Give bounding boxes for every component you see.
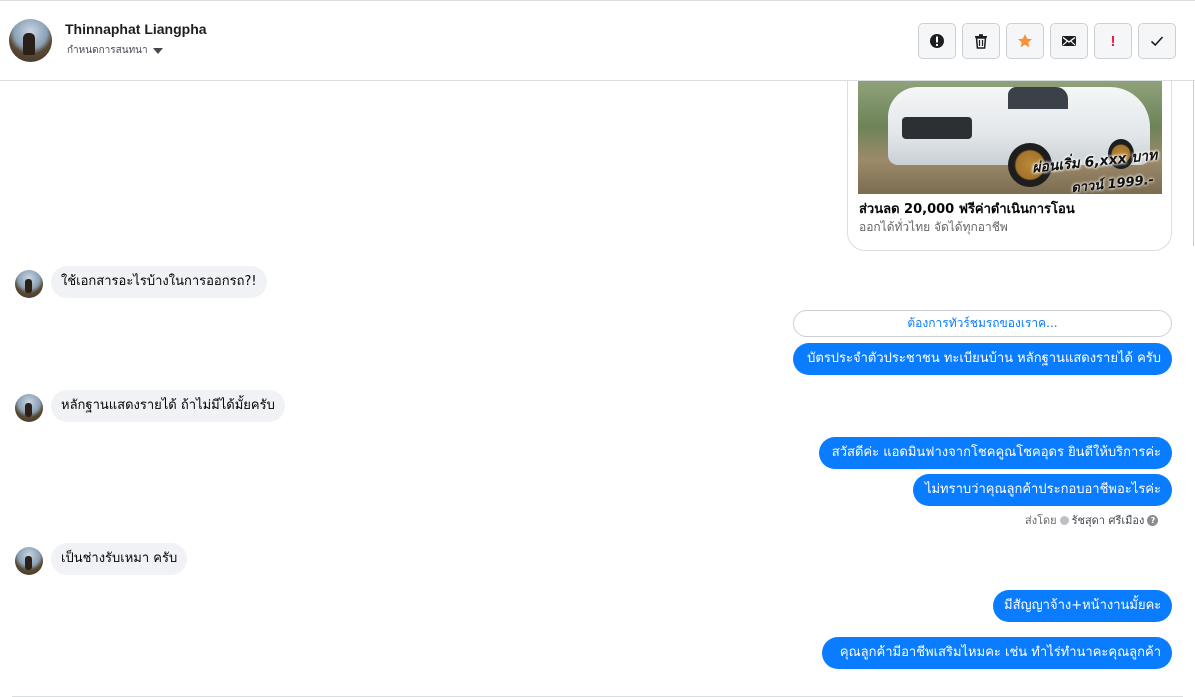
- star-button[interactable]: [1006, 23, 1044, 59]
- delete-button[interactable]: [962, 23, 1000, 59]
- agent-status-icon: [1059, 515, 1069, 525]
- outgoing-message[interactable]: บัตรประจำตัวประชาชน ทะเบียนบ้าน หลักฐานแ…: [793, 343, 1172, 375]
- conversation-schedule-label: กำหนดการสนทนา: [67, 45, 148, 56]
- caret-down-icon: [152, 47, 163, 54]
- outgoing-message[interactable]: คุณลูกค้ามีอาชีพเสริมไหมคะ เช่น ทำไร่ทำน…: [822, 637, 1172, 669]
- ad-card-image: ผ่อนเริ่ม 6,xxx บาท ดาวน์ 1999.-: [858, 81, 1162, 194]
- urgent-button[interactable]: !: [1094, 23, 1132, 59]
- check-icon: [1150, 36, 1164, 47]
- outgoing-message[interactable]: ไม่ทราบว่าคุณลูกค้าประกอบอาชีพอะไรค่ะ: [913, 474, 1172, 506]
- help-icon[interactable]: ?: [1147, 514, 1159, 526]
- contact-name[interactable]: Thinnaphat Liangpha: [65, 21, 207, 37]
- incoming-message[interactable]: เป็นช่างรับเหมา ครับ: [51, 543, 188, 575]
- urgent-icon: !: [1110, 32, 1116, 50]
- sender-avatar[interactable]: [15, 547, 43, 575]
- star-icon: [1018, 34, 1032, 48]
- sent-by-agent-name[interactable]: รัชสุดา ศรีเมือง: [1072, 511, 1145, 529]
- outgoing-message[interactable]: มีสัญญาจ้าง+หน้างานมั้ยคะ: [993, 590, 1172, 622]
- quick-reply-chip[interactable]: ต้องการทัวร์ชมรถของเราค...: [793, 310, 1172, 337]
- trash-icon: [975, 34, 987, 49]
- sender-avatar[interactable]: [15, 270, 43, 298]
- mark-unread-button[interactable]: [1050, 23, 1088, 59]
- report-button[interactable]: [918, 23, 956, 59]
- conversation-schedule-dropdown[interactable]: กำหนดการสนทนา: [67, 43, 163, 58]
- action-toolbar: !: [918, 23, 1176, 59]
- mail-icon: [1062, 36, 1076, 46]
- scrollbar[interactable]: [1193, 81, 1194, 246]
- truck-window: [1008, 87, 1068, 109]
- ad-card[interactable]: ผ่อนเริ่ม 6,xxx บาท ดาวน์ 1999.- ส่วนลด …: [847, 81, 1172, 251]
- contact-avatar[interactable]: [9, 19, 52, 62]
- conversation-header: Thinnaphat Liangpha กำหนดการสนทนา !: [0, 1, 1195, 81]
- ad-card-title: ส่วนลด 20,000 ฟรีค่าดำเนินการโอน: [859, 202, 1075, 217]
- sender-avatar[interactable]: [15, 394, 43, 422]
- incoming-message[interactable]: ใช้เอกสารอะไรบ้างในการออกรถ?!: [51, 266, 267, 298]
- messenger-conversation: Thinnaphat Liangpha กำหนดการสนทนา ! ผ่อน…: [0, 0, 1195, 697]
- message-thread[interactable]: ผ่อนเริ่ม 6,xxx บาท ดาวน์ 1999.- ส่วนลด …: [0, 81, 1195, 697]
- ad-card-subtitle: ออกได้ทั่วไทย จัดได้ทุกอาชีพ: [859, 220, 1008, 234]
- incoming-message[interactable]: หลักฐานแสดงรายได้ ถ้าไม่มีได้มั้ยครับ: [51, 390, 285, 422]
- sent-by-info: ส่งโดย รัชสุดา ศรีเมือง ?: [1025, 511, 1159, 529]
- outgoing-message[interactable]: สวัสดีค่ะ แอดมินฟางจากโชคคูณโชคอุดร ยินด…: [819, 437, 1172, 469]
- truck-grill: [902, 117, 972, 139]
- report-icon: [930, 34, 944, 48]
- mark-done-button[interactable]: [1138, 23, 1176, 59]
- sent-by-label: ส่งโดย: [1025, 514, 1057, 527]
